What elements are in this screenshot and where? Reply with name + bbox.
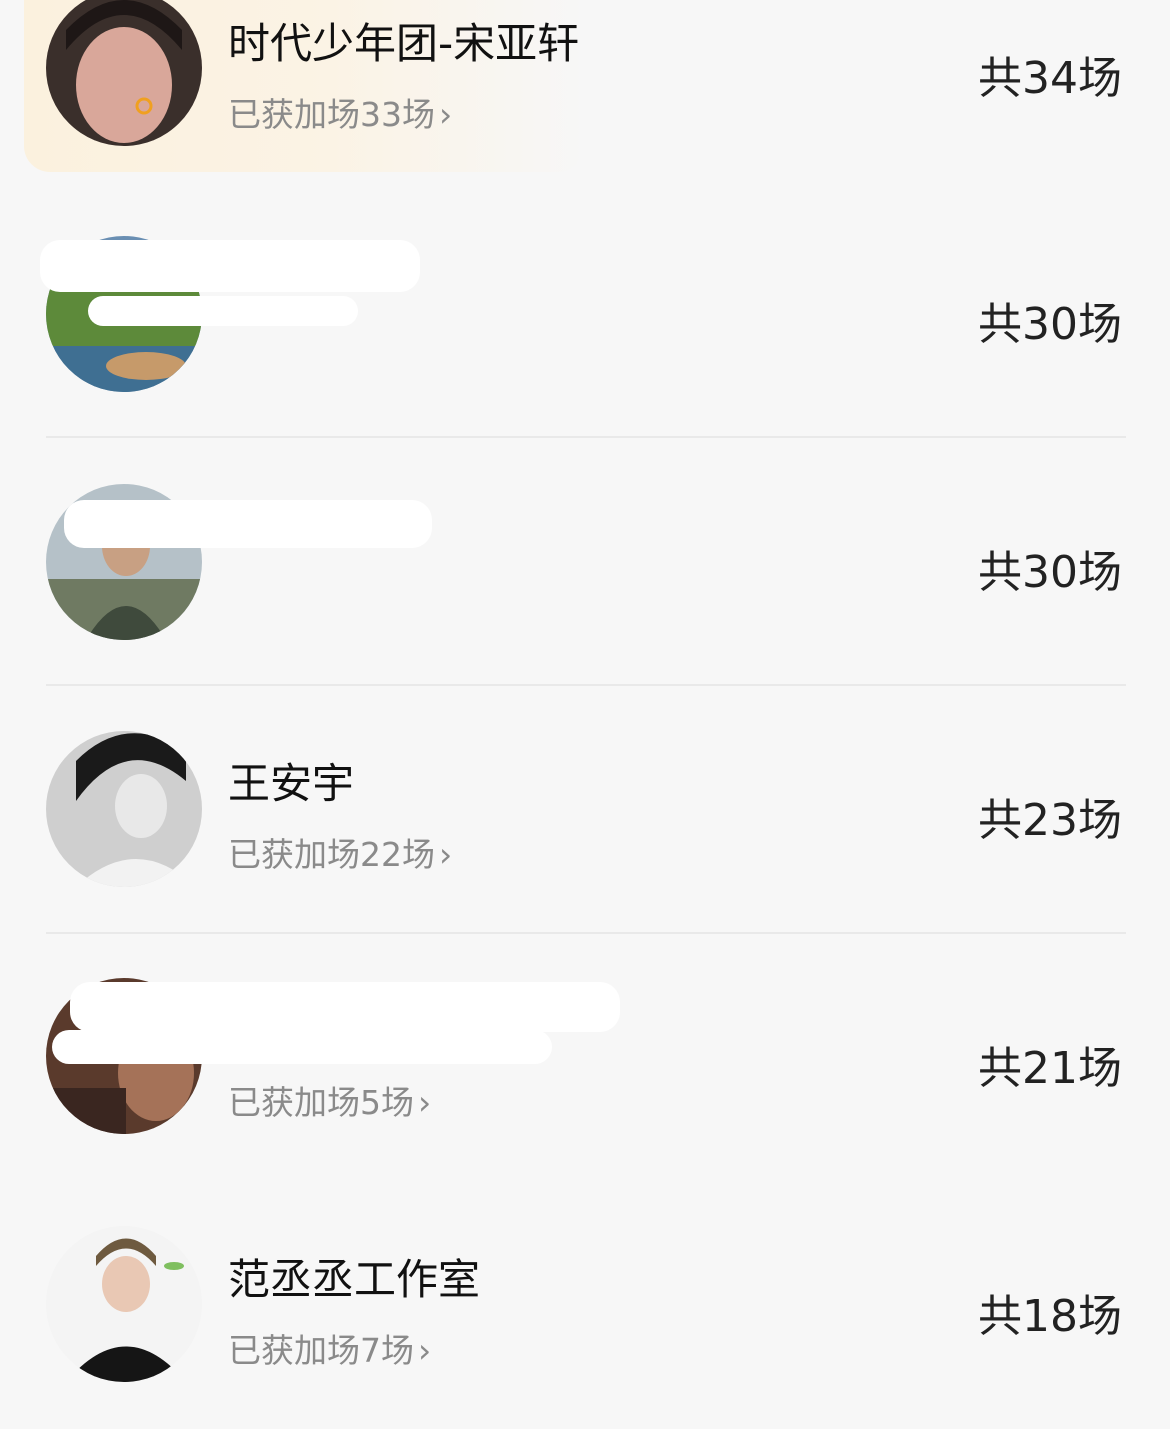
avatar-image: [46, 0, 202, 146]
extra-shows-link[interactable]: 已获加场5场 ›: [228, 1076, 431, 1124]
chevron-right-icon: ›: [439, 95, 453, 134]
artist-row[interactable]: 范丞丞工作室 已获加场7场 › 共18场: [0, 1182, 1170, 1429]
total-shows-count: 共30场: [978, 299, 1122, 350]
extra-shows-text: 已获加场22场: [228, 835, 435, 874]
avatar[interactable]: [46, 1226, 202, 1382]
redaction-mark: [52, 1030, 552, 1064]
total-shows-count: 共23场: [978, 795, 1122, 846]
total-shows-count: 共34场: [978, 53, 1122, 104]
extra-shows-text: 已获加场33场: [228, 95, 435, 134]
extra-shows-text: 已获加场5场: [228, 1083, 414, 1122]
total-shows-count: 共21场: [978, 1043, 1122, 1094]
redaction-mark: [70, 982, 620, 1032]
extra-shows-link[interactable]: 已获加场22场 ›: [228, 828, 452, 876]
redaction-mark: [88, 296, 358, 326]
chevron-right-icon: ›: [418, 1083, 432, 1122]
extra-shows-text: 已获加场7场: [228, 1331, 414, 1370]
artist-name: 时代少年团-宋亚轩: [228, 19, 580, 68]
chevron-right-icon: ›: [439, 835, 453, 874]
artist-row[interactable]: 王安宇 已获加场22场 › 共23场: [0, 686, 1170, 933]
avatar[interactable]: [46, 0, 202, 146]
avatar-image: [46, 1226, 202, 1382]
extra-shows-link[interactable]: 已获加场33场 ›: [228, 88, 452, 136]
artist-name: 王安宇: [228, 759, 355, 808]
chevron-right-icon: ›: [418, 1331, 432, 1370]
total-shows-count: 共30场: [978, 547, 1122, 598]
total-shows-count: 共18场: [978, 1291, 1122, 1342]
avatar[interactable]: [46, 731, 202, 887]
artist-row[interactable]: 已获加场5场 › 共21场: [0, 934, 1170, 1181]
artist-name: 范丞丞工作室: [228, 1255, 481, 1304]
redaction-mark: [64, 500, 432, 548]
avatar-image: [46, 731, 202, 887]
artist-row[interactable]: 共30场: [0, 200, 1170, 447]
extra-shows-link[interactable]: 已获加场7场 ›: [228, 1324, 431, 1372]
artist-ranking-list: 时代少年团-宋亚轩 已获加场33场 › 共34场 共30场 共30场 王安宇 已…: [0, 0, 1170, 1428]
artist-row[interactable]: 共30场: [0, 438, 1170, 685]
redaction-mark: [40, 240, 420, 292]
